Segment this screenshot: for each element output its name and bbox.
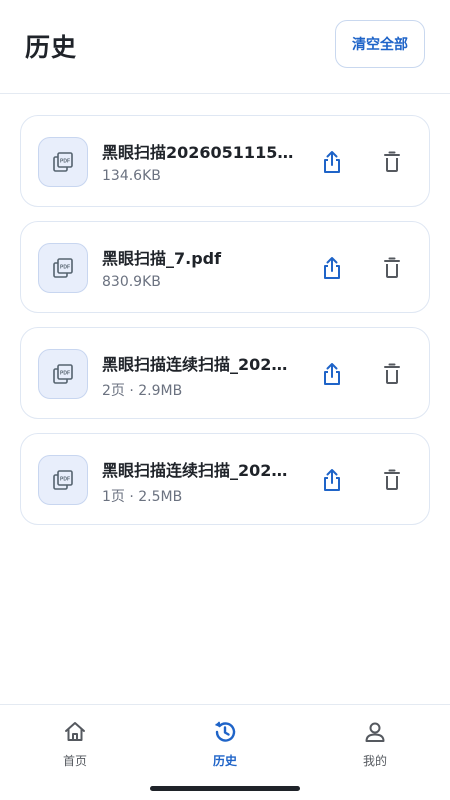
pdf-badge-text: PDF [60, 371, 70, 377]
share-icon[interactable] [319, 466, 345, 494]
pdf-file-icon: PDF [38, 137, 88, 187]
history-item[interactable]: PDF 黑眼扫描_7.pdf 830.9KB [20, 221, 430, 313]
page-title: 历史 [25, 33, 78, 62]
tab-home[interactable]: 首页 [25, 719, 125, 779]
pdf-file-icon: PDF [38, 349, 88, 399]
tab-label: 我的 [362, 754, 387, 768]
file-name: 黑眼扫描20260511151… [102, 143, 297, 162]
share-icon[interactable] [319, 254, 345, 282]
page-header: 历史 清空全部 [0, 0, 450, 94]
file-name: 黑眼扫描连续扫描_202… [102, 355, 288, 374]
home-indicator [150, 786, 300, 791]
pdf-badge-text: PDF [60, 477, 70, 483]
history-item[interactable]: PDF 黑眼扫描连续扫描_202… 2页 · 2.9MB [20, 327, 430, 419]
file-name: 黑眼扫描连续扫描_202… [102, 461, 288, 480]
pdf-file-icon: PDF [38, 243, 88, 293]
tab-label: 历史 [212, 754, 237, 768]
history-item[interactable]: PDF 黑眼扫描连续扫描_202… 1页 · 2.5MB [20, 433, 430, 525]
clear-all-button[interactable]: 清空全部 [335, 20, 425, 68]
pdf-file-icon: PDF [38, 455, 88, 505]
history-icon [212, 719, 238, 745]
trash-icon[interactable] [379, 254, 405, 282]
history-item[interactable]: PDF 黑眼扫描20260511151… 134.6KB [20, 115, 430, 207]
tab-history[interactable]: 历史 [175, 719, 275, 779]
file-meta: 830.9KB [102, 274, 161, 290]
share-icon[interactable] [319, 360, 345, 388]
file-meta: 1页 · 2.5MB [102, 489, 183, 505]
trash-icon[interactable] [379, 466, 405, 494]
tab-label: 首页 [62, 754, 87, 768]
tab-profile[interactable]: 我的 [325, 719, 425, 779]
trash-icon[interactable] [379, 360, 405, 388]
history-list: PDF 黑眼扫描20260511151… 134.6KB PDF 黑眼扫描_7.… [20, 115, 430, 539]
pdf-badge-text: PDF [60, 159, 70, 165]
home-icon [62, 719, 88, 745]
file-name: 黑眼扫描_7.pdf [102, 249, 222, 268]
file-meta: 2页 · 2.9MB [102, 383, 183, 399]
pdf-badge-text: PDF [60, 265, 70, 271]
trash-icon[interactable] [379, 148, 405, 176]
file-meta: 134.6KB [102, 168, 161, 184]
share-icon[interactable] [319, 148, 345, 176]
user-icon [362, 719, 388, 745]
